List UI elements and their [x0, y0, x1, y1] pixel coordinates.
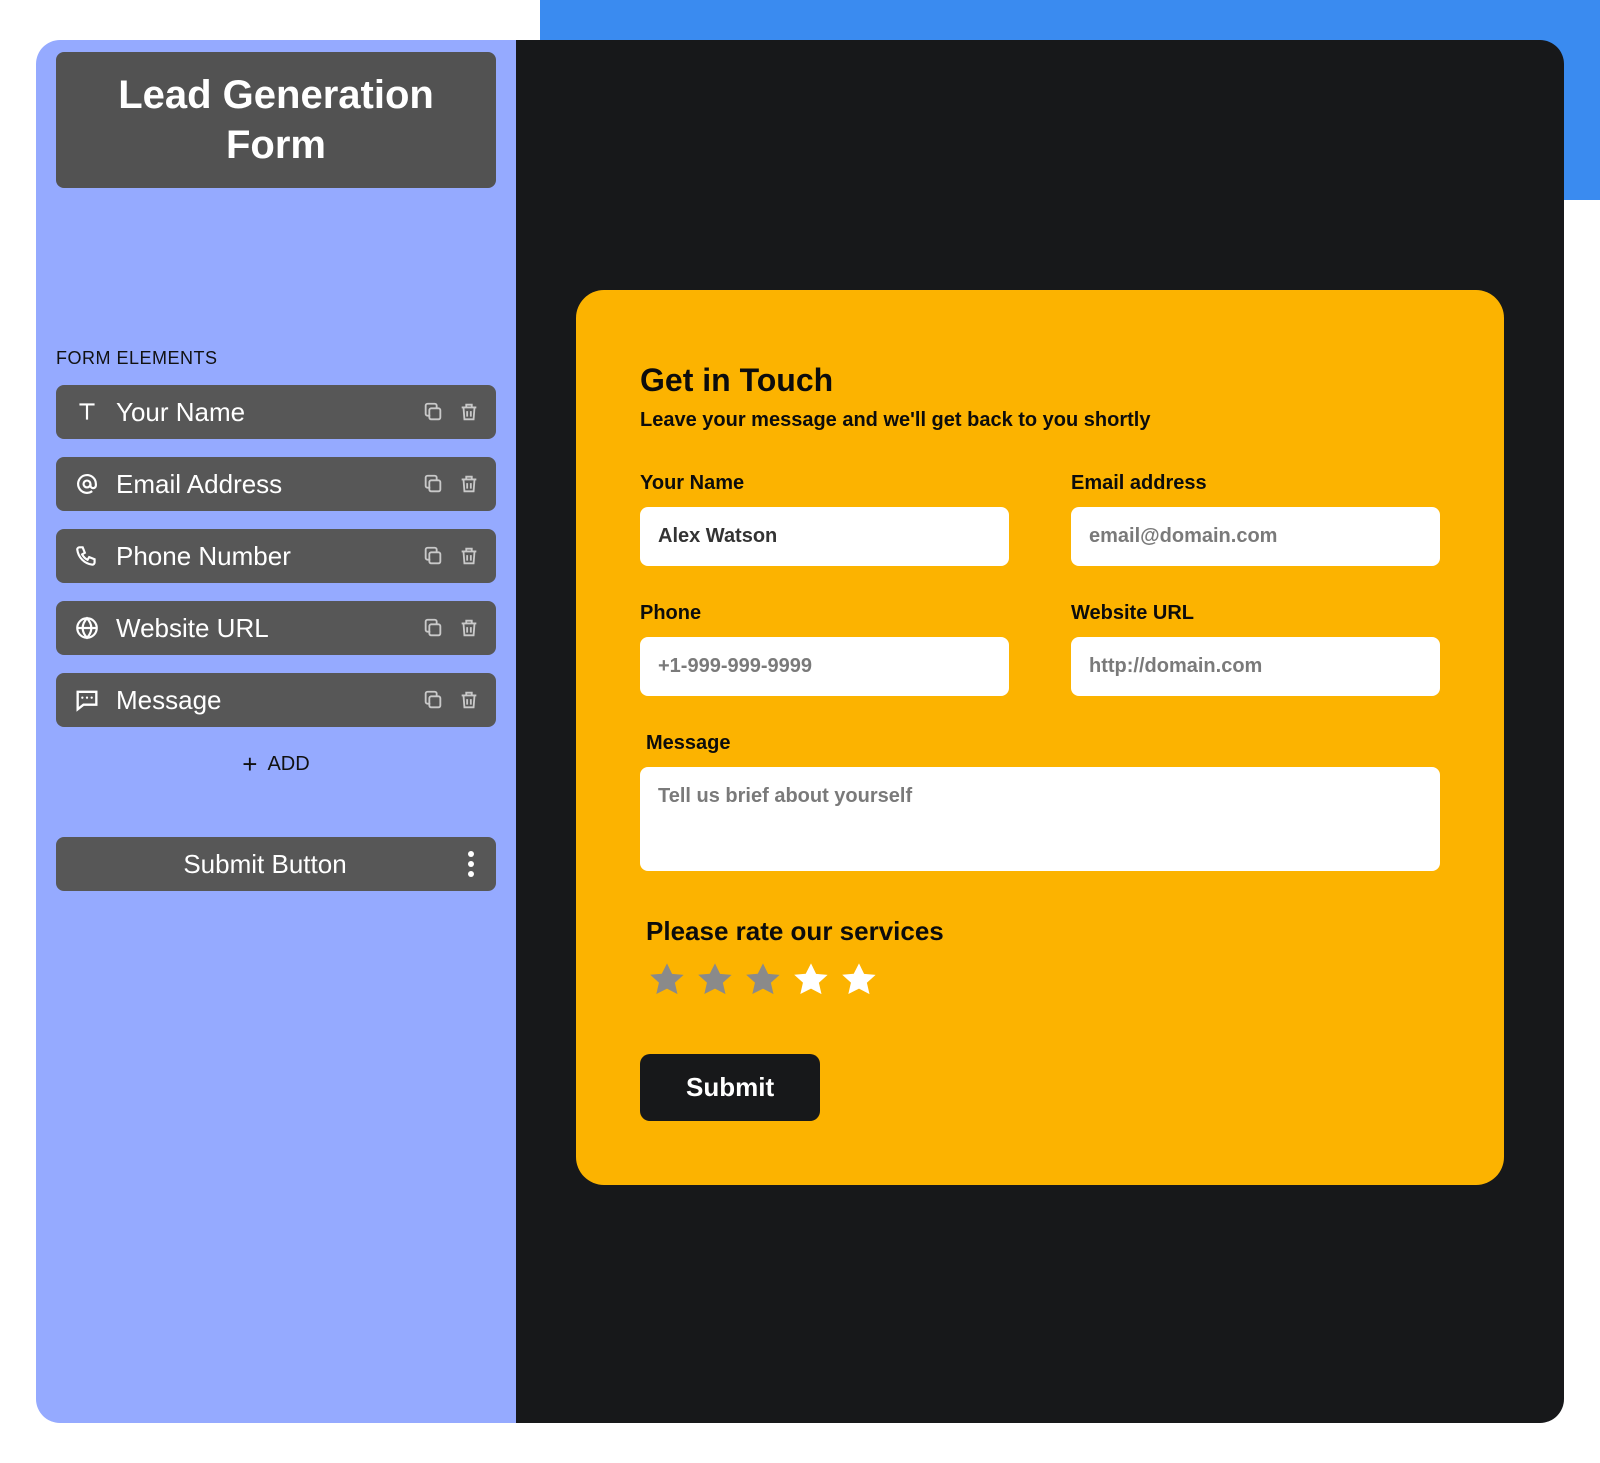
phone-input[interactable] — [640, 637, 1009, 696]
element-row-message[interactable]: Message — [56, 673, 496, 727]
star-icon[interactable] — [646, 959, 688, 1006]
element-row-name[interactable]: Your Name — [56, 385, 496, 439]
duplicate-icon[interactable] — [420, 687, 446, 713]
star-icon[interactable] — [838, 959, 880, 1006]
duplicate-icon[interactable] — [420, 543, 446, 569]
field-name: Your Name — [640, 472, 1009, 566]
element-label: Email Address — [104, 469, 420, 500]
duplicate-icon[interactable] — [420, 615, 446, 641]
element-row-website[interactable]: Website URL — [56, 601, 496, 655]
rating-block: Please rate our services — [640, 916, 1440, 1006]
element-label: Submit Button — [70, 849, 460, 880]
delete-icon[interactable] — [456, 471, 482, 497]
field-label-website: Website URL — [1071, 602, 1440, 625]
element-label: Message — [104, 685, 420, 716]
field-label-phone: Phone — [640, 602, 1009, 625]
name-input[interactable] — [640, 507, 1009, 566]
field-label-name: Your Name — [640, 472, 1009, 495]
duplicate-icon[interactable] — [420, 471, 446, 497]
field-message: Message — [640, 732, 1440, 876]
website-input[interactable] — [1071, 637, 1440, 696]
element-row-submit-button[interactable]: Submit Button — [56, 837, 496, 891]
form-title: Get in Touch — [640, 362, 1440, 399]
field-label-message: Message — [640, 732, 1440, 755]
field-label-email: Email address — [1071, 472, 1440, 495]
form-elements-heading: FORM ELEMENTS — [56, 348, 496, 369]
star-icon[interactable] — [694, 959, 736, 1006]
field-phone: Phone — [640, 602, 1009, 696]
form-card: Get in Touch Leave your message and we'l… — [576, 290, 1504, 1185]
more-options-icon[interactable] — [460, 851, 482, 877]
globe-icon — [70, 615, 104, 641]
add-label: ADD — [267, 753, 309, 776]
field-email: Email address — [1071, 472, 1440, 566]
duplicate-icon[interactable] — [420, 399, 446, 425]
star-icon[interactable] — [742, 959, 784, 1006]
at-icon — [70, 471, 104, 497]
delete-icon[interactable] — [456, 615, 482, 641]
add-element-button[interactable]: + ADD — [56, 751, 496, 777]
message-input[interactable] — [640, 767, 1440, 871]
form-subtitle: Leave your message and we'll get back to… — [640, 409, 1440, 432]
email-input[interactable] — [1071, 507, 1440, 566]
phone-icon — [70, 543, 104, 569]
element-label: Website URL — [104, 613, 420, 644]
text-icon — [70, 399, 104, 425]
delete-icon[interactable] — [456, 399, 482, 425]
rating-label: Please rate our services — [646, 916, 1440, 947]
submit-button[interactable]: Submit — [640, 1054, 820, 1121]
field-website: Website URL — [1071, 602, 1440, 696]
element-row-email[interactable]: Email Address — [56, 457, 496, 511]
delete-icon[interactable] — [456, 543, 482, 569]
element-row-phone[interactable]: Phone Number — [56, 529, 496, 583]
sidebar: Lead Generation Form FORM ELEMENTS Your … — [36, 40, 516, 1423]
element-label: Your Name — [104, 397, 420, 428]
builder-card: Lead Generation Form FORM ELEMENTS Your … — [36, 40, 1564, 1423]
message-icon — [70, 686, 104, 714]
delete-icon[interactable] — [456, 687, 482, 713]
rating-stars — [646, 959, 1440, 1006]
element-label: Phone Number — [104, 541, 420, 572]
sidebar-title: Lead Generation Form — [56, 52, 496, 188]
star-icon[interactable] — [790, 959, 832, 1006]
form-preview-canvas: Get in Touch Leave your message and we'l… — [516, 40, 1564, 1423]
plus-icon: + — [242, 751, 257, 777]
